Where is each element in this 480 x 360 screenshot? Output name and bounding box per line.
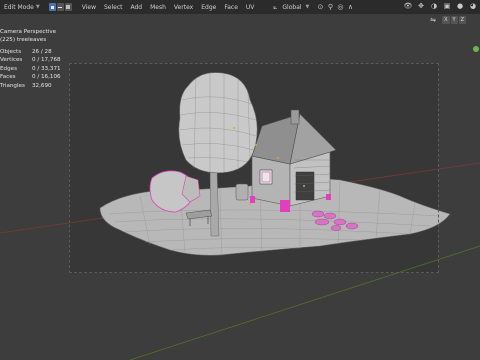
stat-label: Vertices [0, 57, 23, 64]
stat-row: Triangles 32,690 [0, 82, 61, 90]
stat-label: Edges [0, 65, 17, 72]
stat-value: 32,690 [32, 82, 52, 89]
stat-label: Triangles [0, 82, 25, 89]
stat-row: Edges 0 / 33,371 [0, 65, 61, 73]
stat-row: Objects 26 / 28 [0, 48, 61, 56]
view-name: Camera Perspective [0, 29, 57, 35]
scene-statistics: Objects 26 / 28 Vertices 0 / 17,768 Edge… [0, 48, 61, 90]
stat-value: 0 / 16,106 [32, 74, 61, 81]
stat-value: 0 / 17,768 [32, 57, 61, 64]
stat-row: Faces 0 / 16,106 [0, 73, 61, 81]
viewport-info: Camera Perspective (225) treeleaves [0, 28, 56, 44]
stat-label: Faces [0, 74, 16, 81]
stat-value: 0 / 33,371 [32, 65, 61, 72]
stat-value: 26 / 28 [32, 49, 52, 55]
active-object-name: (225) treeleaves [0, 37, 47, 43]
camera-frame-border [69, 63, 439, 273]
stat-label: Objects [0, 49, 22, 55]
navigation-gizmo-icon[interactable] [473, 46, 479, 52]
stat-row: Vertices 0 / 17,768 [0, 56, 61, 64]
